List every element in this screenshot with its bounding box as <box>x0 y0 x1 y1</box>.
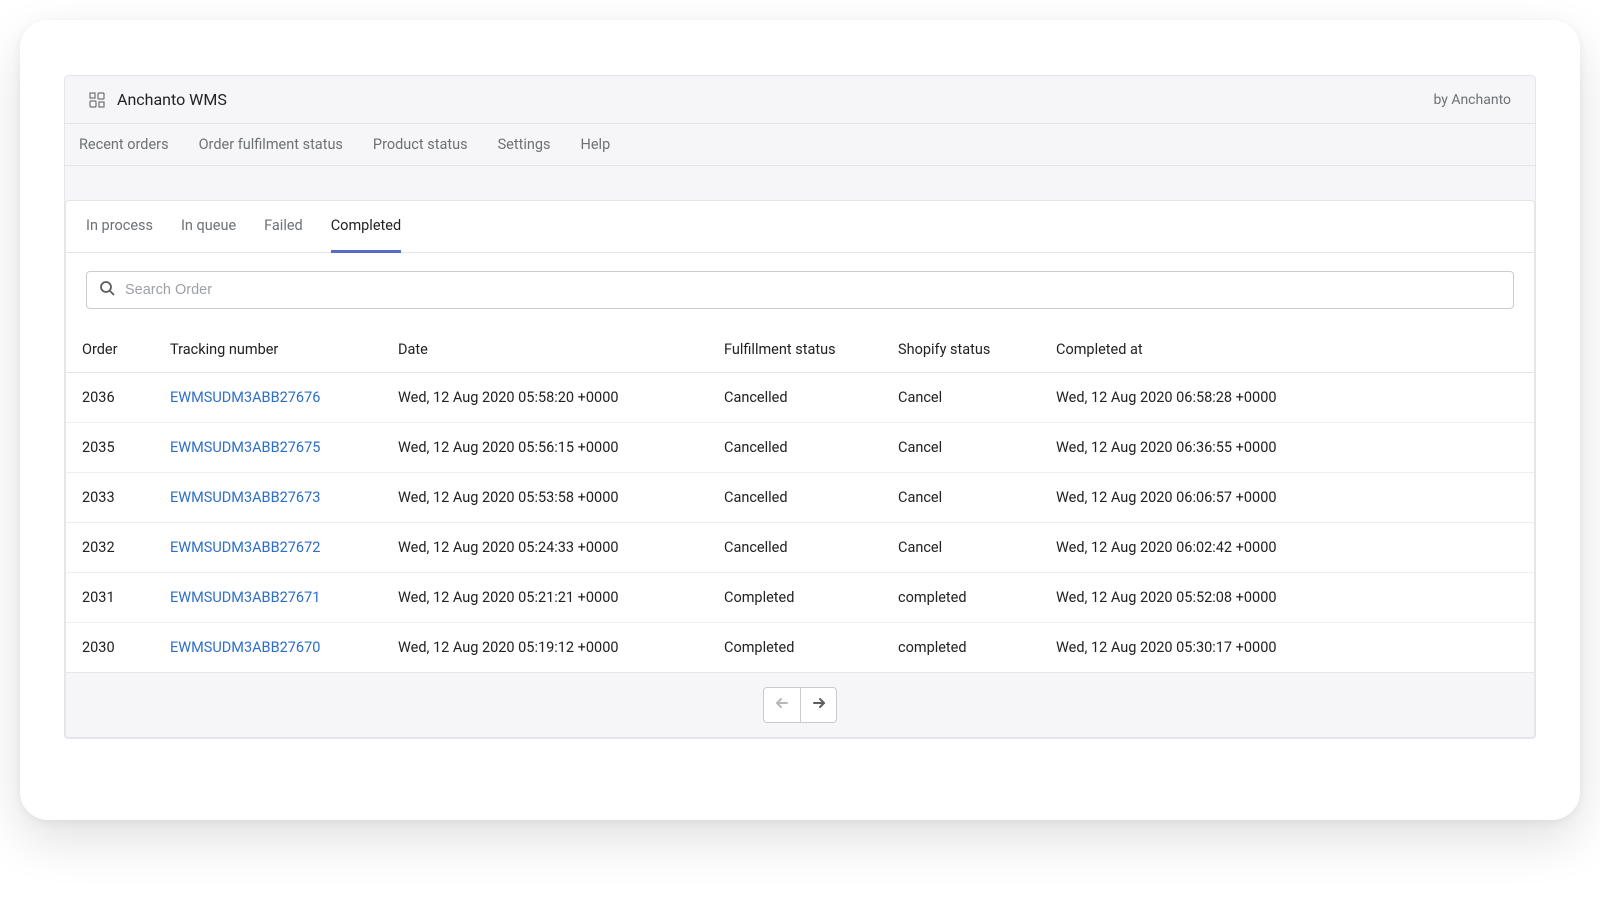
by-vendor-text: by Anchanto <box>1433 92 1511 108</box>
cell-order: 2032 <box>66 523 154 573</box>
cell-shopify: Cancel <box>882 423 1040 473</box>
content-card: In process In queue Failed Completed <box>65 200 1535 738</box>
table-row: 2036 EWMSUDM3ABB27676 Wed, 12 Aug 2020 05:… <box>66 373 1534 423</box>
cell-order: 2036 <box>66 373 154 423</box>
cell-fulfillment: Cancelled <box>708 423 882 473</box>
table-header-row: Order Tracking number Date Fulfillment s… <box>66 327 1534 373</box>
table-row: 2032 EWMSUDM3ABB27672 Wed, 12 Aug 2020 05:… <box>66 523 1534 573</box>
col-header-fulfillment: Fulfillment status <box>708 327 882 373</box>
cell-shopify: completed <box>882 573 1040 623</box>
panel-header: Anchanto WMS by Anchanto <box>65 76 1535 124</box>
cell-order: 2030 <box>66 623 154 673</box>
nav-settings[interactable]: Settings <box>498 136 551 153</box>
cell-date: Wed, 12 Aug 2020 05:53:58 +0000 <box>382 473 708 523</box>
table-row: 2030 EWMSUDM3ABB27670 Wed, 12 Aug 2020 05:… <box>66 623 1534 673</box>
next-page-button[interactable] <box>800 688 836 722</box>
prev-page-button[interactable] <box>764 688 800 722</box>
main-nav: Recent orders Order fulfilment status Pr… <box>65 124 1535 166</box>
cell-completed: Wed, 12 Aug 2020 05:52:08 +0000 <box>1040 573 1534 623</box>
cell-order: 2031 <box>66 573 154 623</box>
search-wrap <box>66 253 1534 327</box>
arrow-left-icon <box>773 694 791 716</box>
cell-completed: Wed, 12 Aug 2020 06:58:28 +0000 <box>1040 373 1534 423</box>
table-row: 2033 EWMSUDM3ABB27673 Wed, 12 Aug 2020 05:… <box>66 473 1534 523</box>
cell-completed: Wed, 12 Aug 2020 05:30:17 +0000 <box>1040 623 1534 673</box>
pagination <box>66 672 1534 737</box>
cell-fulfillment: Cancelled <box>708 523 882 573</box>
cell-completed: Wed, 12 Aug 2020 06:36:55 +0000 <box>1040 423 1534 473</box>
cell-completed: Wed, 12 Aug 2020 06:02:42 +0000 <box>1040 523 1534 573</box>
nav-product-status[interactable]: Product status <box>373 136 468 153</box>
cell-date: Wed, 12 Aug 2020 05:19:12 +0000 <box>382 623 708 673</box>
status-tabs: In process In queue Failed Completed <box>66 201 1534 253</box>
cell-fulfillment: Cancelled <box>708 473 882 523</box>
cell-shopify: Cancel <box>882 473 1040 523</box>
col-header-tracking: Tracking number <box>154 327 382 373</box>
nav-recent-orders[interactable]: Recent orders <box>79 136 169 153</box>
cell-shopify: Cancel <box>882 523 1040 573</box>
search-icon <box>99 280 115 300</box>
tracking-link[interactable]: EWMSUDM3ABB27675 <box>170 439 320 456</box>
tracking-link[interactable]: EWMSUDM3ABB27670 <box>170 639 320 656</box>
cell-date: Wed, 12 Aug 2020 05:58:20 +0000 <box>382 373 708 423</box>
arrow-right-icon <box>810 694 828 716</box>
cell-order: 2033 <box>66 473 154 523</box>
cell-fulfillment: Cancelled <box>708 373 882 423</box>
main-panel: Anchanto WMS by Anchanto Recent orders O… <box>64 75 1536 739</box>
orders-table: Order Tracking number Date Fulfillment s… <box>66 327 1534 672</box>
pager-buttons <box>763 687 837 723</box>
tab-in-process[interactable]: In process <box>86 201 153 253</box>
cell-order: 2035 <box>66 423 154 473</box>
tracking-link[interactable]: EWMSUDM3ABB27673 <box>170 489 320 506</box>
app-window: Anchanto WMS by Anchanto Recent orders O… <box>20 20 1580 820</box>
col-header-shopify: Shopify status <box>882 327 1040 373</box>
cell-fulfillment: Completed <box>708 573 882 623</box>
header-left: Anchanto WMS <box>89 90 227 109</box>
app-title: Anchanto WMS <box>117 90 227 109</box>
cell-date: Wed, 12 Aug 2020 05:56:15 +0000 <box>382 423 708 473</box>
tab-failed[interactable]: Failed <box>264 201 303 253</box>
cell-shopify: Cancel <box>882 373 1040 423</box>
table-row: 2031 EWMSUDM3ABB27671 Wed, 12 Aug 2020 05:… <box>66 573 1534 623</box>
app-logo-icon <box>89 92 105 108</box>
cell-date: Wed, 12 Aug 2020 05:21:21 +0000 <box>382 573 708 623</box>
cell-fulfillment: Completed <box>708 623 882 673</box>
tracking-link[interactable]: EWMSUDM3ABB27676 <box>170 389 320 406</box>
nav-help[interactable]: Help <box>581 136 611 153</box>
cell-completed: Wed, 12 Aug 2020 06:06:57 +0000 <box>1040 473 1534 523</box>
col-header-date: Date <box>382 327 708 373</box>
col-header-order: Order <box>66 327 154 373</box>
table-row: 2035 EWMSUDM3ABB27675 Wed, 12 Aug 2020 05:… <box>66 423 1534 473</box>
tab-in-queue[interactable]: In queue <box>181 201 236 253</box>
cell-date: Wed, 12 Aug 2020 05:24:33 +0000 <box>382 523 708 573</box>
cell-shopify: completed <box>882 623 1040 673</box>
search-box[interactable] <box>86 271 1514 309</box>
tab-completed[interactable]: Completed <box>331 201 401 253</box>
nav-order-fulfilment-status[interactable]: Order fulfilment status <box>199 136 343 153</box>
search-input[interactable] <box>125 282 1501 298</box>
tracking-link[interactable]: EWMSUDM3ABB27671 <box>170 589 320 606</box>
col-header-completed: Completed at <box>1040 327 1534 373</box>
tracking-link[interactable]: EWMSUDM3ABB27672 <box>170 539 320 556</box>
